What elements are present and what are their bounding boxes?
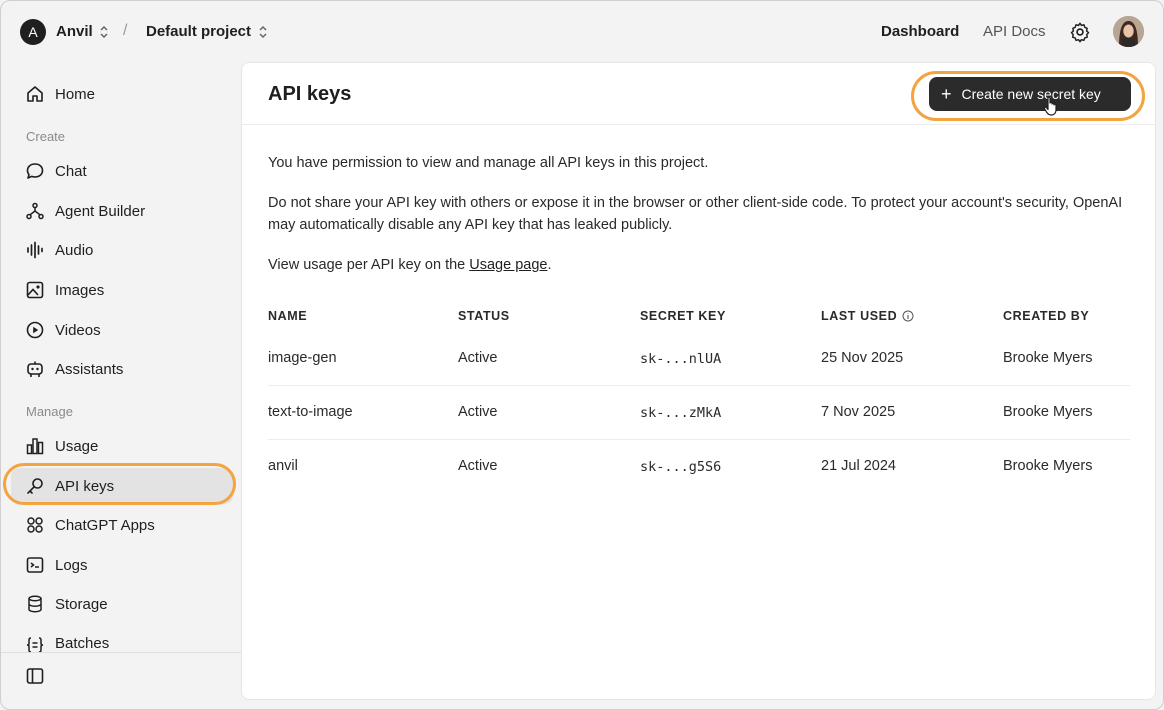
sidebar-item-chat[interactable]: Chat	[11, 153, 233, 189]
sidebar-item-label: API keys	[55, 477, 115, 495]
secret-key: sk-...zMkA	[640, 405, 722, 421]
sidebar-section-create: Create	[26, 129, 66, 144]
nav-api-docs-link[interactable]: API Docs	[983, 23, 1046, 40]
page-title: API keys	[268, 83, 352, 105]
sidebar-item-logs[interactable]: Logs	[11, 547, 233, 583]
usage-page-link[interactable]: Usage page	[469, 257, 547, 273]
sidebar-item-agent-builder[interactable]: Agent Builder	[11, 193, 233, 229]
permission-text: You have permission to view and manage a…	[268, 155, 709, 171]
last-used: 21 Jul 2024	[821, 458, 896, 474]
sidebar-item-label: Logs	[55, 556, 88, 574]
sidebar-item-usage[interactable]: Usage	[11, 428, 233, 464]
gear-icon[interactable]	[1069, 21, 1091, 43]
key-status: Active	[458, 458, 498, 474]
sidebar-item-label: Home	[55, 85, 96, 103]
sidebar-item-batches[interactable]: Batches	[11, 626, 233, 652]
main-header: API keys + Create new secret key	[242, 63, 1155, 125]
project-switcher[interactable]: Default project	[146, 23, 251, 40]
secret-key: sk-...g5S6	[640, 459, 722, 475]
column-header-created-by: CREATED BY	[1003, 309, 1090, 323]
assistants-icon	[25, 359, 45, 379]
usage-icon	[25, 436, 45, 456]
nav-dashboard-link[interactable]: Dashboard	[881, 23, 959, 40]
sidebar-item-label: Usage	[55, 437, 99, 455]
sidebar: Home Create Chat Agent Builder Audio Ima…	[1, 61, 241, 710]
chevron-updown-icon[interactable]	[98, 24, 110, 40]
key-status: Active	[458, 350, 498, 366]
chevron-updown-icon[interactable]	[257, 24, 269, 40]
usage-text-prefix: View usage per API key on the	[268, 257, 470, 273]
sidebar-item-label: Storage	[55, 595, 108, 613]
user-avatar-image	[1113, 16, 1144, 47]
sidebar-item-label: Assistants	[55, 360, 124, 378]
home-icon	[25, 84, 45, 104]
sidebar-item-label: ChatGPT Apps	[55, 516, 155, 534]
sidebar-item-api-keys[interactable]: API keys	[11, 468, 233, 504]
user-avatar[interactable]	[1113, 16, 1144, 47]
sidebar-item-videos[interactable]: Videos	[11, 312, 233, 348]
secret-key: sk-...nlUA	[640, 351, 722, 367]
info-icon[interactable]	[902, 310, 914, 322]
security-warning-text: Do not share your API key with others or…	[268, 195, 1123, 233]
last-used: 7 Nov 2025	[821, 404, 896, 420]
images-icon	[25, 280, 45, 300]
storage-icon	[25, 594, 45, 614]
main-panel: API keys + Create new secret key You hav…	[241, 62, 1156, 700]
created-by: Brooke Myers	[1003, 404, 1093, 420]
key-name: text-to-image	[268, 404, 353, 420]
create-button-label: Create new secret key	[961, 86, 1101, 102]
sidebar-collapse-icon[interactable]	[25, 666, 45, 686]
sidebar-item-label: Videos	[55, 321, 101, 339]
sidebar-section-manage: Manage	[26, 404, 73, 419]
sidebar-item-home[interactable]: Home	[11, 76, 233, 112]
chat-icon	[25, 161, 45, 181]
org-avatar[interactable]: A	[20, 19, 46, 45]
logs-icon	[25, 555, 45, 575]
batches-icon	[25, 635, 45, 652]
usage-text-suffix: .	[547, 257, 552, 273]
table-row[interactable]: anvil Active sk-...g5S6 21 Jul 2024 Broo…	[268, 440, 1130, 494]
column-header-status: STATUS	[458, 309, 510, 323]
created-by: Brooke Myers	[1003, 458, 1093, 474]
key-name: image-gen	[268, 350, 337, 366]
key-name: anvil	[268, 458, 298, 474]
sidebar-item-label: Agent Builder	[55, 202, 146, 220]
agent-builder-icon	[25, 201, 45, 221]
sidebar-item-label: Chat	[55, 162, 87, 180]
last-used: 25 Nov 2025	[821, 350, 904, 366]
videos-icon	[25, 320, 45, 340]
column-header-secret-key: SECRET KEY	[640, 309, 726, 323]
table-row[interactable]: text-to-image Active sk-...zMkA 7 Nov 20…	[268, 386, 1130, 440]
plus-icon: +	[941, 84, 952, 104]
create-new-secret-key-button[interactable]: + Create new secret key	[929, 77, 1131, 111]
sidebar-item-label: Batches	[55, 635, 110, 652]
sidebar-divider	[1, 652, 241, 653]
sidebar-item-audio[interactable]: Audio	[11, 232, 233, 268]
column-header-last-used: LAST USED	[821, 309, 914, 323]
top-bar: A Anvil / Default project Dashboard API …	[1, 1, 1163, 61]
column-header-name: NAME	[268, 309, 308, 323]
audio-icon	[25, 240, 45, 260]
sidebar-item-label: Images	[55, 281, 105, 299]
table-row[interactable]: image-gen Active sk-...nlUA 25 Nov 2025 …	[268, 332, 1130, 386]
breadcrumb-separator: /	[123, 22, 128, 39]
apps-icon	[25, 515, 45, 535]
sidebar-item-images[interactable]: Images	[11, 272, 233, 308]
created-by: Brooke Myers	[1003, 350, 1093, 366]
usage-text: View usage per API key on the Usage page…	[268, 254, 1138, 276]
key-status: Active	[458, 404, 498, 420]
key-icon	[25, 476, 45, 496]
org-switcher[interactable]: Anvil	[56, 23, 93, 40]
sidebar-item-storage[interactable]: Storage	[11, 586, 233, 622]
sidebar-item-label: Audio	[55, 241, 94, 259]
sidebar-item-assistants[interactable]: Assistants	[11, 351, 233, 387]
hand-cursor-icon	[1043, 96, 1057, 116]
column-header-last-used-label: LAST USED	[821, 309, 898, 323]
sidebar-item-chatgpt-apps[interactable]: ChatGPT Apps	[11, 507, 233, 543]
